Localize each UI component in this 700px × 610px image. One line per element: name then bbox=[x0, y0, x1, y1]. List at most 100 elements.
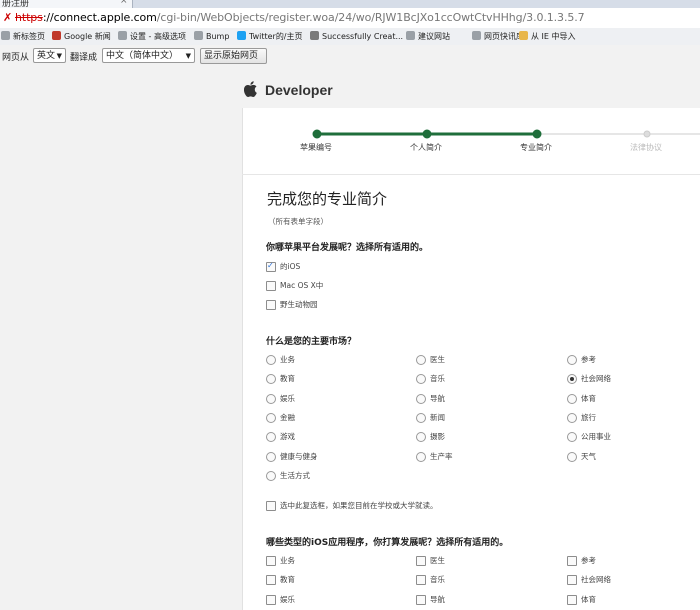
option-label: 娱乐 bbox=[280, 393, 295, 403]
bookmark-item[interactable]: Successfully Creat... bbox=[310, 30, 403, 43]
option-label: 体育 bbox=[581, 393, 596, 403]
progress-step-label: 个人简介 bbox=[410, 143, 442, 152]
address-bar[interactable]: ✗ https://connect.apple.com/cgi-bin/WebO… bbox=[0, 8, 700, 29]
ssl-warning-icon[interactable]: ✗ bbox=[3, 11, 15, 24]
url-field[interactable]: https://connect.apple.com/cgi-bin/WebObj… bbox=[15, 11, 585, 24]
bookmark-item[interactable]: 从 IE 中导入 bbox=[519, 30, 576, 43]
option-label: 音乐 bbox=[430, 575, 445, 585]
chevron-down-icon: ▼ bbox=[185, 52, 191, 60]
suggested-sites-icon bbox=[406, 31, 415, 40]
radio-button[interactable] bbox=[567, 451, 577, 462]
student-checkbox-label: 选中此复选框，如果您目前在学校或大学就读。 bbox=[280, 501, 438, 510]
developer-title[interactable]: Developer bbox=[265, 81, 333, 99]
bookmark-label: Google 新闻 bbox=[64, 32, 111, 41]
required-note: （所有表单字段） bbox=[268, 217, 328, 226]
progress-step-dot bbox=[643, 130, 651, 138]
option-label: 娱乐 bbox=[280, 594, 295, 604]
tab-close-icon[interactable]: × bbox=[120, 0, 128, 6]
bookmark-item[interactable]: 网页快讯库 bbox=[472, 30, 524, 43]
translate-to-label: 翻译成 bbox=[70, 53, 98, 63]
show-original-button[interactable]: 显示原始网页 bbox=[200, 48, 267, 64]
progress-step-label: 法律协议 bbox=[630, 143, 662, 152]
option-label: 健康与健身 bbox=[280, 451, 318, 461]
option-label: 金融 bbox=[280, 412, 295, 422]
checkbox[interactable] bbox=[416, 556, 426, 566]
option-label: 的iOS bbox=[280, 262, 301, 271]
radio-button[interactable] bbox=[567, 393, 577, 404]
checkbox[interactable] bbox=[266, 300, 276, 310]
progress-step-dot bbox=[422, 129, 432, 139]
browser-tab-strip: 册注册 × bbox=[0, 0, 700, 8]
folder-icon bbox=[519, 31, 528, 40]
bookmark-page-icon bbox=[310, 31, 319, 40]
option-label: 公用事业 bbox=[581, 432, 611, 442]
bookmark-label: 建议网站 bbox=[418, 32, 450, 41]
progress-step-label: 苹果编号 bbox=[300, 143, 332, 152]
checkbox[interactable] bbox=[416, 594, 426, 605]
option-label: 天气 bbox=[581, 451, 596, 461]
radio-button[interactable] bbox=[266, 412, 276, 423]
chevron-down-icon: ▼ bbox=[56, 52, 62, 60]
bookmark-label: Bump bbox=[206, 32, 230, 41]
checkbox[interactable] bbox=[266, 594, 276, 605]
apple-logo-icon[interactable] bbox=[244, 81, 257, 97]
progress-step-label: 专业简介 bbox=[520, 143, 552, 152]
option-label: 社会网络 bbox=[581, 374, 611, 384]
settings-page-icon bbox=[118, 31, 127, 40]
target-language-select[interactable]: 中文（简体中文） ▼ bbox=[102, 48, 195, 63]
radio-button[interactable] bbox=[567, 412, 577, 423]
bookmark-item[interactable]: 设置 - 高级选项 bbox=[118, 30, 186, 43]
radio-button[interactable] bbox=[416, 451, 426, 462]
option-label: 摄影 bbox=[430, 432, 445, 442]
option-label: 游戏 bbox=[280, 432, 295, 442]
tab-title: 册注册 bbox=[2, 0, 30, 8]
option-label: 教育 bbox=[280, 575, 295, 585]
new-tab-icon bbox=[1, 31, 10, 40]
radio-button[interactable] bbox=[416, 393, 426, 404]
market-question-heading: 什么是您的主要市场？ bbox=[266, 337, 357, 347]
bookmark-item[interactable]: 新标签页 bbox=[1, 30, 45, 43]
option-label: 旅行 bbox=[581, 412, 596, 422]
radio-button[interactable] bbox=[266, 355, 276, 365]
checkbox[interactable] bbox=[567, 594, 577, 605]
bookmarks-bar: 新标签页 Google 新闻 设置 - 高级选项 Bump Twitter的/主页 Suc… bbox=[0, 28, 700, 46]
source-language-value: 英文 bbox=[37, 51, 56, 61]
bookmark-label: 网页快讯库 bbox=[484, 32, 524, 41]
bookmark-label: 设置 - 高级选项 bbox=[130, 32, 186, 41]
radio-button[interactable] bbox=[266, 393, 276, 404]
url-scheme: https bbox=[15, 11, 43, 24]
checkbox[interactable] bbox=[567, 556, 577, 566]
bookmark-item[interactable]: Twitter的/主页 bbox=[237, 30, 303, 43]
bookmark-item[interactable]: Bump bbox=[194, 30, 229, 43]
option-label: 教育 bbox=[280, 374, 295, 384]
radio-button[interactable] bbox=[266, 470, 276, 481]
progress-track bbox=[312, 129, 700, 139]
radio-button[interactable] bbox=[567, 355, 577, 365]
url-path: /cgi-bin/WebObjects/register.woa/24/wo/R… bbox=[156, 11, 585, 24]
source-language-select[interactable]: 英文 ▼ bbox=[33, 48, 66, 63]
checkbox[interactable] bbox=[567, 575, 577, 586]
radio-button[interactable] bbox=[266, 451, 276, 462]
option-label: 医生 bbox=[430, 556, 445, 565]
option-label: 业务 bbox=[280, 556, 295, 565]
checkbox[interactable] bbox=[416, 575, 426, 586]
student-checkbox[interactable] bbox=[266, 501, 276, 511]
option-label: 业务 bbox=[280, 355, 295, 364]
page-title: 完成您的专业简介 bbox=[267, 190, 388, 208]
radio-button[interactable] bbox=[416, 412, 426, 423]
bookmark-item[interactable]: Google 新闻 bbox=[52, 30, 111, 43]
checkbox[interactable] bbox=[266, 575, 276, 586]
option-label: 导航 bbox=[430, 594, 445, 604]
checkbox[interactable] bbox=[266, 281, 276, 291]
checkbox[interactable] bbox=[266, 260, 276, 272]
bookmark-label: Successfully Creat... bbox=[322, 32, 404, 41]
radio-button[interactable] bbox=[416, 355, 426, 365]
platform-question-heading: 你哪苹果平台发展呢？选择所有适用的。 bbox=[266, 243, 429, 253]
browser-tab[interactable]: 册注册 × bbox=[0, 0, 133, 8]
option-label: 社会网络 bbox=[581, 575, 611, 585]
option-label: Mac OS X中 bbox=[280, 281, 324, 290]
bookmark-item[interactable]: 建议网站 bbox=[406, 30, 450, 43]
option-label: 参考 bbox=[581, 556, 596, 565]
checkbox[interactable] bbox=[266, 556, 276, 566]
twitter-bird-icon bbox=[237, 31, 246, 40]
